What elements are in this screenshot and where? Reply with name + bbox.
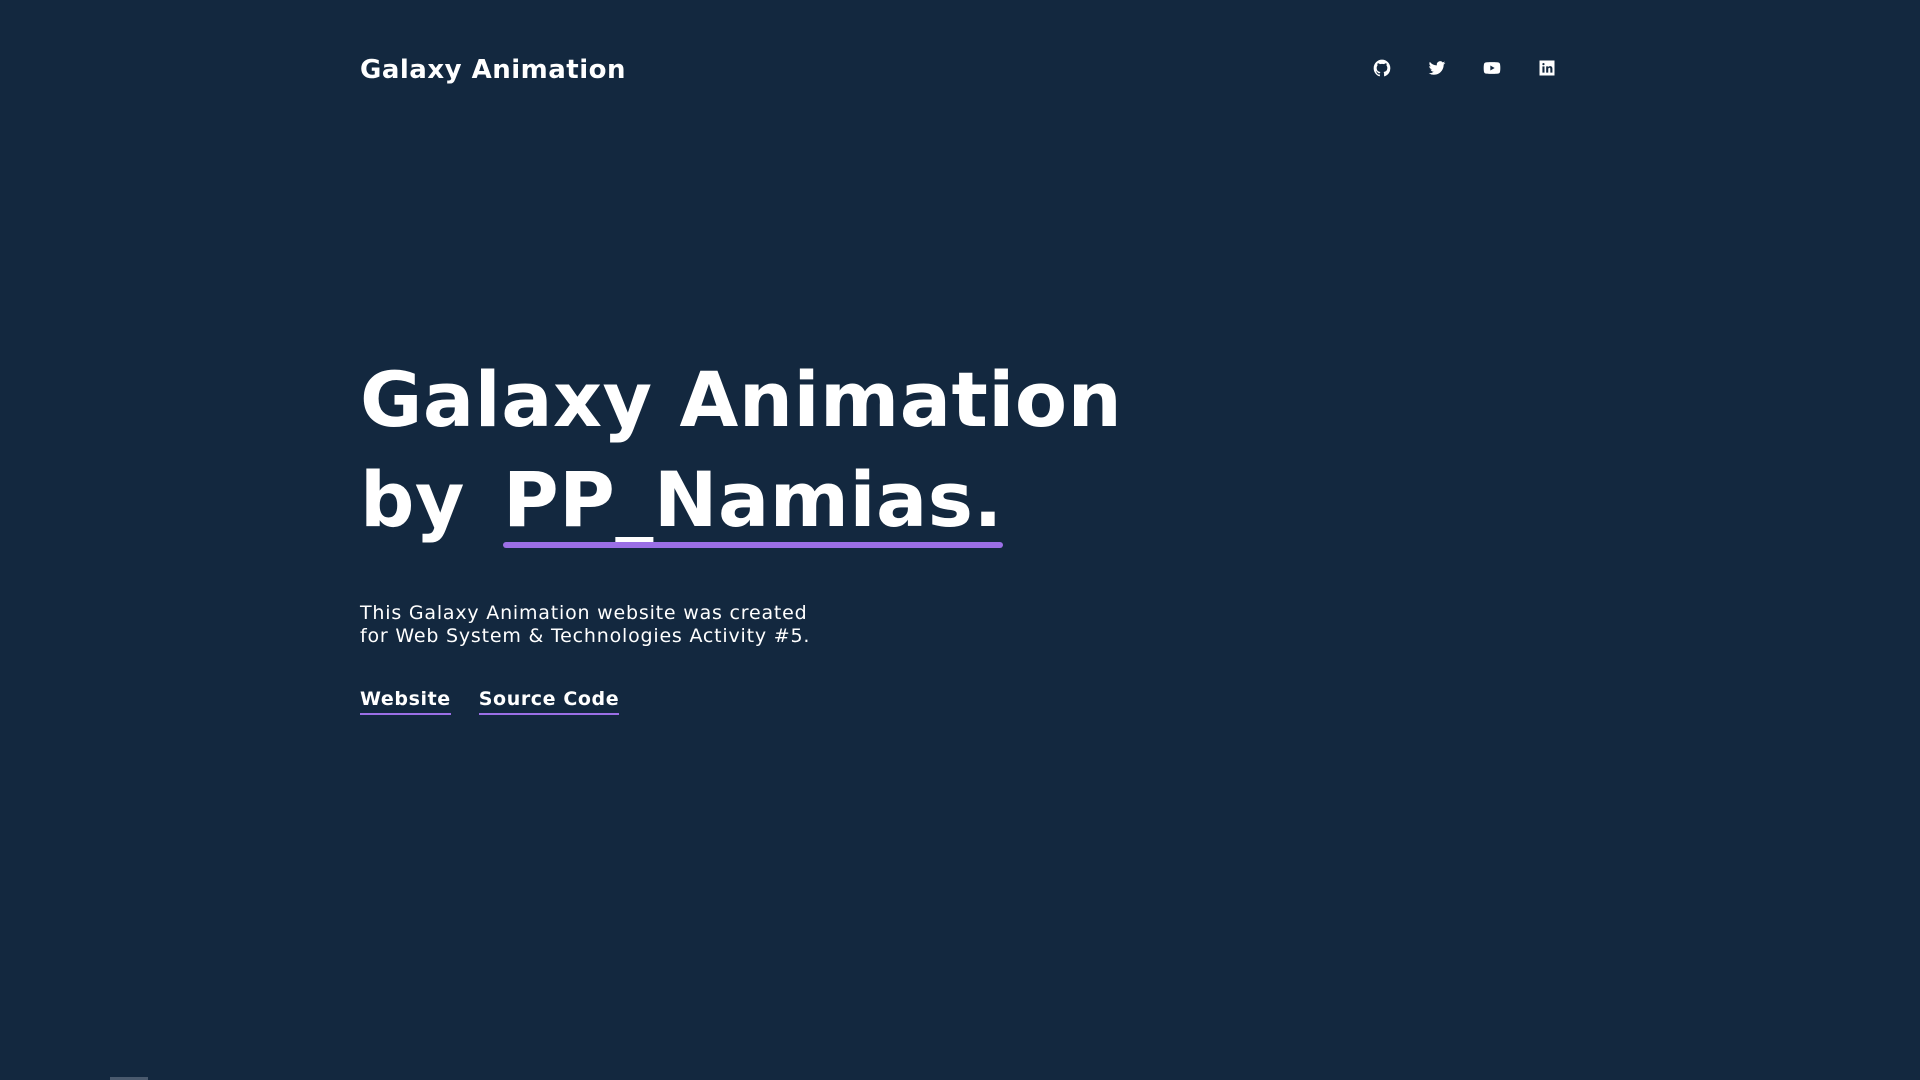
website-link[interactable]: Website (360, 688, 451, 715)
youtube-icon (1482, 58, 1502, 78)
author-name: PP_Namias. (502, 450, 1003, 550)
twitter-icon (1427, 58, 1447, 78)
hero-title-by: by (360, 455, 465, 544)
page: Galaxy Animation Galaxy Animation by PP_… (0, 0, 1920, 1080)
twitter-link[interactable] (1427, 58, 1447, 78)
hero-title-line1: Galaxy Animation (360, 355, 1123, 444)
youtube-link[interactable] (1482, 58, 1502, 78)
hero-title: Galaxy Animation by PP_Namias. (360, 350, 1122, 550)
site-brand[interactable]: Galaxy Animation (360, 52, 626, 88)
linkedin-icon (1537, 58, 1557, 78)
description-line2: for Web System & Technologies Activity #… (360, 625, 811, 647)
hero-section: Galaxy Animation by PP_Namias. This Galax… (360, 350, 1122, 715)
social-links (1372, 58, 1557, 78)
hero-description: This Galaxy Animation website was create… (360, 602, 820, 648)
github-link[interactable] (1372, 58, 1392, 78)
linkedin-link[interactable] (1537, 58, 1557, 78)
description-line1: This Galaxy Animation website was create… (360, 602, 808, 624)
hero-links: Website Source Code (360, 688, 1122, 715)
source-code-link[interactable]: Source Code (478, 688, 620, 715)
github-icon (1372, 58, 1392, 78)
